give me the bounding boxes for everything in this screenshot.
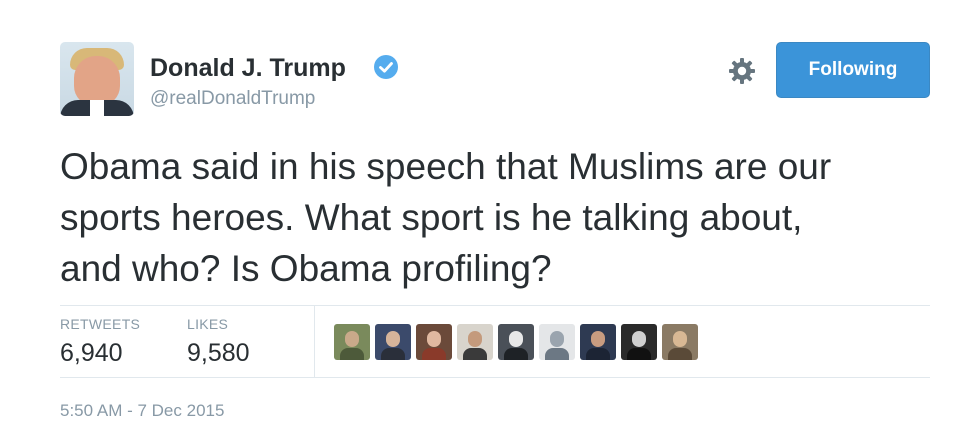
liker-avatar-body (381, 348, 405, 360)
verified-badge-icon (374, 55, 398, 79)
avatar-face (74, 56, 120, 106)
following-button[interactable]: Following (776, 42, 930, 98)
liker-avatar-head (550, 331, 564, 347)
stats-divider-top (60, 305, 930, 306)
liker-avatar[interactable] (621, 324, 657, 360)
liker-avatar-body (504, 348, 528, 360)
liker-avatar-body (627, 348, 651, 360)
liker-avatar-body (545, 348, 569, 360)
liker-avatar[interactable] (539, 324, 575, 360)
tweet-timestamp[interactable]: 5:50 AM - 7 Dec 2015 (60, 401, 224, 421)
liker-avatar[interactable] (375, 324, 411, 360)
liker-avatar-body (422, 348, 446, 360)
liker-avatar-body (340, 348, 364, 360)
liker-avatar-body (463, 348, 487, 360)
liker-avatar-head (591, 331, 605, 347)
liker-avatar[interactable] (457, 324, 493, 360)
user-handle[interactable]: @realDonaldTrump (150, 88, 315, 110)
user-display-name[interactable]: Donald J. Trump (150, 54, 346, 83)
liker-avatar-head (386, 331, 400, 347)
tweet-card: Donald J. Trump @realDonaldTrump Followi… (0, 0, 980, 444)
user-avatar[interactable] (60, 42, 134, 116)
stats-divider-vertical (314, 306, 315, 377)
retweets-label[interactable]: RETWEETS (60, 316, 140, 332)
liker-avatar[interactable] (498, 324, 534, 360)
gear-icon[interactable] (728, 57, 756, 85)
stats-divider-bottom (60, 377, 930, 378)
tweet-text-line: sports heroes. What sport is he talking … (60, 197, 803, 238)
tweet-text-line: Obama said in his speech that Muslims ar… (60, 146, 832, 187)
liker-avatar-head (632, 331, 646, 347)
liker-avatar-body (668, 348, 692, 360)
tweet-text: Obama said in his speech that Muslims ar… (60, 141, 940, 294)
liker-avatar[interactable] (416, 324, 452, 360)
liker-avatar-head (345, 331, 359, 347)
liker-avatar-head (509, 331, 523, 347)
likes-label[interactable]: LIKES (187, 316, 228, 332)
avatar-collar (90, 100, 104, 116)
retweets-count[interactable]: 6,940 (60, 339, 123, 368)
liker-avatar[interactable] (334, 324, 370, 360)
tweet-text-line: and who? Is Obama profiling? (60, 248, 552, 289)
liker-avatar-head (468, 331, 482, 347)
liker-avatar-head (427, 331, 441, 347)
liker-avatar[interactable] (662, 324, 698, 360)
liker-avatar-head (673, 331, 687, 347)
liker-avatar-body (586, 348, 610, 360)
likes-count[interactable]: 9,580 (187, 339, 250, 368)
liker-avatar[interactable] (580, 324, 616, 360)
